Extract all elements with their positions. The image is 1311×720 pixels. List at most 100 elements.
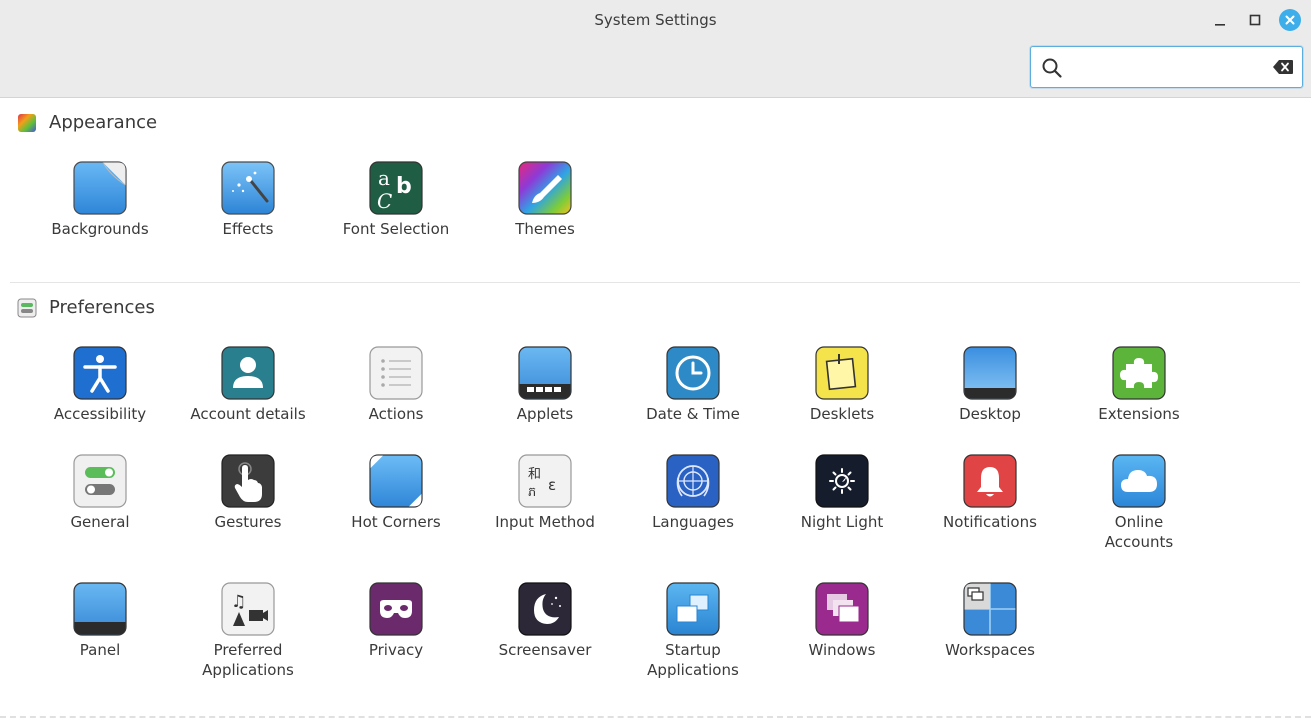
settings-item-windows[interactable]: Windows (768, 582, 916, 660)
font-selection-icon: a b C (369, 161, 423, 215)
section-header-appearance: Appearance (17, 112, 157, 133)
system-settings-window: System Settings Appearance Backgrounds E… (0, 0, 1311, 720)
svg-text:和: 和 (528, 467, 541, 482)
workspaces-icon (963, 582, 1017, 636)
settings-item-startup-applications[interactable]: Startup Applications (619, 582, 767, 680)
item-label: Languages (652, 513, 734, 531)
settings-item-applets[interactable]: Applets (471, 346, 619, 424)
close-button[interactable] (1278, 8, 1302, 32)
item-label: Effects (222, 220, 274, 238)
minimize-button[interactable] (1208, 8, 1232, 32)
settings-item-themes[interactable]: Themes (471, 161, 619, 239)
settings-item-desktop[interactable]: Desktop (916, 346, 1064, 424)
item-label: Startup Applications (647, 641, 739, 679)
toggles-icon (73, 454, 127, 508)
item-label: Extensions (1098, 405, 1180, 423)
moon-icon (518, 582, 572, 636)
settings-item-night-light[interactable]: Night Light (768, 454, 916, 532)
settings-item-languages[interactable]: Languages (619, 454, 767, 532)
preferences-icon (17, 298, 37, 317)
night-light-icon (815, 454, 869, 508)
settings-item-desklets[interactable]: Desklets (768, 346, 916, 424)
settings-item-font-selection[interactable]: a b C Font Selection (322, 161, 470, 239)
appearance-icon (18, 113, 36, 132)
panel-icon (73, 582, 127, 636)
item-label: Night Light (800, 513, 884, 531)
backgrounds-icon (73, 161, 127, 215)
maximize-icon (1249, 14, 1261, 26)
settings-item-effects[interactable]: Effects (174, 161, 322, 239)
input-method-icon: 和 ភ ε (518, 454, 572, 508)
header-bar: System Settings (0, 0, 1311, 98)
item-label: Backgrounds (51, 220, 149, 238)
search-box[interactable] (1030, 46, 1303, 88)
preferred-apps-icon: ♫ (221, 582, 275, 636)
window-title: System Settings (594, 11, 717, 29)
item-label: Account details (190, 405, 306, 423)
effects-icon (221, 161, 275, 215)
settings-item-screensaver[interactable]: Screensaver (471, 582, 619, 660)
bottom-divider (0, 716, 1311, 718)
settings-item-notifications[interactable]: Notifications (916, 454, 1064, 532)
settings-item-gestures[interactable]: Gestures (174, 454, 322, 532)
settings-item-online-accounts[interactable]: Online Accounts (1065, 454, 1213, 552)
hot-corners-icon (369, 454, 423, 508)
settings-item-accessibility[interactable]: Accessibility (26, 346, 174, 424)
globe-icon (666, 454, 720, 508)
settings-item-panel[interactable]: Panel (26, 582, 174, 660)
item-label: Desklets (809, 405, 875, 423)
svg-text:♫: ♫ (231, 592, 246, 612)
item-label: Panel (79, 641, 121, 659)
section-title: Preferences (49, 297, 155, 318)
account-details-icon (221, 346, 275, 400)
item-label: Input Method (495, 513, 595, 531)
item-label: Font Selection (342, 220, 450, 238)
item-label: Screensaver (498, 641, 592, 659)
item-label: Applets (516, 405, 574, 423)
puzzle-icon (1112, 346, 1166, 400)
svg-text:C: C (377, 189, 392, 213)
hand-icon (221, 454, 275, 508)
item-label: Themes (515, 220, 575, 238)
windows-icon (815, 582, 869, 636)
svg-text:ភ: ភ (528, 485, 536, 500)
item-label: Date & Time (646, 405, 740, 423)
clear-search-icon[interactable] (1272, 58, 1294, 76)
startup-icon (666, 582, 720, 636)
applets-icon (518, 346, 572, 400)
settings-item-date-time[interactable]: Date & Time (619, 346, 767, 424)
settings-item-workspaces[interactable]: Workspaces (916, 582, 1064, 660)
item-label: Hot Corners (351, 513, 441, 531)
item-label: Preferred Applications (202, 641, 294, 679)
maximize-button[interactable] (1243, 8, 1267, 32)
settings-item-actions[interactable]: Actions (322, 346, 470, 424)
desklets-icon (815, 346, 869, 400)
search-input[interactable] (1071, 53, 1261, 81)
settings-item-general[interactable]: General (26, 454, 174, 532)
settings-item-backgrounds[interactable]: Backgrounds (26, 161, 174, 239)
close-icon (1279, 9, 1301, 31)
mask-icon (369, 582, 423, 636)
item-label: Windows (808, 641, 876, 659)
settings-item-input-method[interactable]: 和 ភ ε Input Method (471, 454, 619, 532)
item-label: Notifications (943, 513, 1037, 531)
item-label: Workspaces (945, 641, 1035, 659)
svg-text:ε: ε (548, 476, 556, 494)
settings-item-preferred-applications[interactable]: ♫ Preferred Applications (174, 582, 322, 680)
section-divider (10, 282, 1300, 283)
minimize-icon (1215, 24, 1225, 26)
section-title: Appearance (49, 112, 158, 133)
accessibility-icon (73, 346, 127, 400)
settings-item-extensions[interactable]: Extensions (1065, 346, 1213, 424)
settings-item-account-details[interactable]: Account details (174, 346, 322, 424)
themes-icon (518, 161, 572, 215)
settings-item-privacy[interactable]: Privacy (322, 582, 470, 660)
clock-icon (666, 346, 720, 400)
bell-icon (963, 454, 1017, 508)
cloud-icon (1112, 454, 1166, 508)
desktop-icon (963, 346, 1017, 400)
settings-item-hot-corners[interactable]: Hot Corners (322, 454, 470, 532)
search-icon (1042, 58, 1062, 78)
section-header-preferences: Preferences (17, 297, 155, 318)
item-label: Privacy (368, 641, 424, 659)
